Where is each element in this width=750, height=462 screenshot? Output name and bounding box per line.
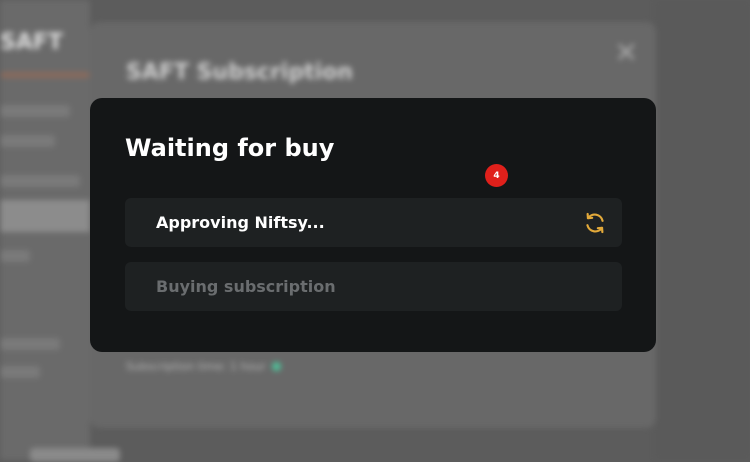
background-left-panel: SAFT xyxy=(0,0,90,460)
background-row xyxy=(0,250,30,262)
waiting-dialog: Waiting for buy Approving Niftsy... Buyi… xyxy=(90,98,656,352)
step-buying: Buying subscription xyxy=(125,262,622,311)
step-approving: Approving Niftsy... xyxy=(125,198,622,247)
background-row xyxy=(0,366,40,378)
background-modal-title: SAFT Subscription xyxy=(126,60,353,85)
background-row xyxy=(0,135,55,147)
dialog-title: Waiting for buy xyxy=(125,134,335,162)
background-row xyxy=(0,338,60,350)
background-page-title: SAFT xyxy=(0,30,63,55)
background-row xyxy=(0,175,80,187)
step-label: Buying subscription xyxy=(156,277,336,296)
subscription-status-text: Subscription time: 1 hour xyxy=(126,360,266,373)
step-label: Approving Niftsy... xyxy=(156,213,325,232)
refresh-icon xyxy=(586,212,604,234)
status-dot-icon xyxy=(271,362,281,371)
notification-badge: 4 xyxy=(485,164,508,187)
background-input xyxy=(0,200,90,232)
background-accent-bar xyxy=(0,72,90,78)
background-row xyxy=(0,105,70,117)
subscription-status: Subscription time: 1 hour xyxy=(126,360,281,373)
close-icon[interactable]: ✕ xyxy=(615,36,638,69)
background-right-panel xyxy=(655,0,750,460)
